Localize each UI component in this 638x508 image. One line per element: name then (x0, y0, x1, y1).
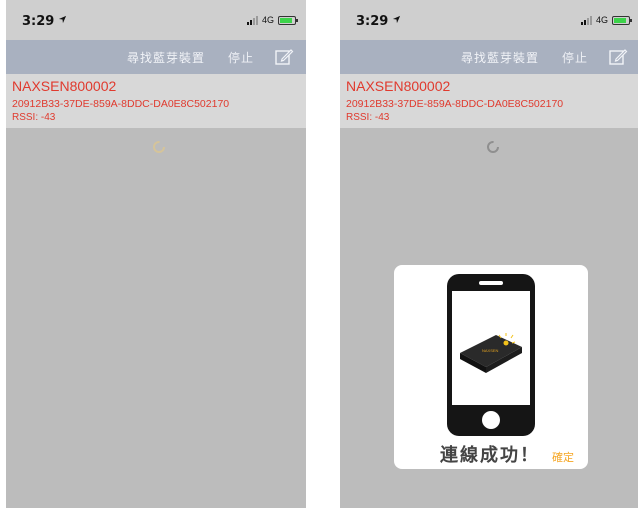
nav-title: 尋找藍芽裝置 (460, 51, 539, 65)
signal-icon (246, 15, 258, 25)
battery-icon (612, 15, 632, 25)
stop-button[interactable]: 停止 (228, 49, 254, 66)
device-list-item[interactable]: NAXSEN800002 20912B33-37DE-859A-8DDC-DA0… (340, 74, 638, 128)
compose-icon[interactable] (274, 47, 294, 67)
location-arrow-icon (392, 15, 401, 24)
phone-screen-connected: 3:29 4G 尋找藍芽裝置 停止 NAXSEN800002 20912B33-… (340, 0, 638, 508)
network-type: 4G (595, 15, 608, 25)
connection-success-dialog: NAXSEN 連線成功！ 確定 (394, 265, 588, 469)
navigation-bar: 尋找藍芽裝置 停止 (6, 40, 306, 74)
phone-with-device-illustration: NAXSEN (447, 274, 535, 436)
battery-icon (278, 15, 298, 25)
dialog-message: 連線成功！ (440, 445, 540, 466)
device-uuid: 20912B33-37DE-859A-8DDC-DA0E8C502170 (346, 98, 564, 110)
signal-icon (580, 15, 592, 25)
navigation-bar: 尋找藍芽裝置 停止 (340, 40, 638, 74)
device-name: NAXSEN800002 (346, 78, 451, 94)
location-arrow-icon (58, 15, 67, 24)
device-rssi: RSSI: -43 (12, 112, 56, 123)
phone-screen-scanning: 3:29 4G 尋找藍芽裝置 停止 NAXSEN800002 20912B33-… (6, 0, 306, 508)
confirm-button[interactable]: 確定 (552, 449, 574, 465)
network-type: 4G (261, 15, 274, 25)
svg-text:NAXSEN: NAXSEN (482, 348, 499, 353)
nav-title: 尋找藍芽裝置 (126, 51, 205, 65)
loading-spinner-icon (487, 141, 499, 153)
device-list-item[interactable]: NAXSEN800002 20912B33-37DE-859A-8DDC-DA0… (6, 74, 306, 128)
device-name: NAXSEN800002 (12, 78, 117, 94)
device-rssi: RSSI: -43 (346, 112, 390, 123)
device-uuid: 20912B33-37DE-859A-8DDC-DA0E8C502170 (12, 98, 230, 110)
status-bar: 3:29 4G (6, 0, 306, 40)
status-time: 3:29 (22, 14, 55, 29)
compose-icon[interactable] (608, 47, 628, 67)
stop-button[interactable]: 停止 (562, 49, 588, 66)
loading-spinner-icon (153, 141, 165, 153)
status-indicators: 4G (246, 15, 298, 25)
status-bar: 3:29 4G (340, 0, 638, 40)
status-indicators: 4G (580, 15, 632, 25)
status-time: 3:29 (356, 14, 389, 29)
